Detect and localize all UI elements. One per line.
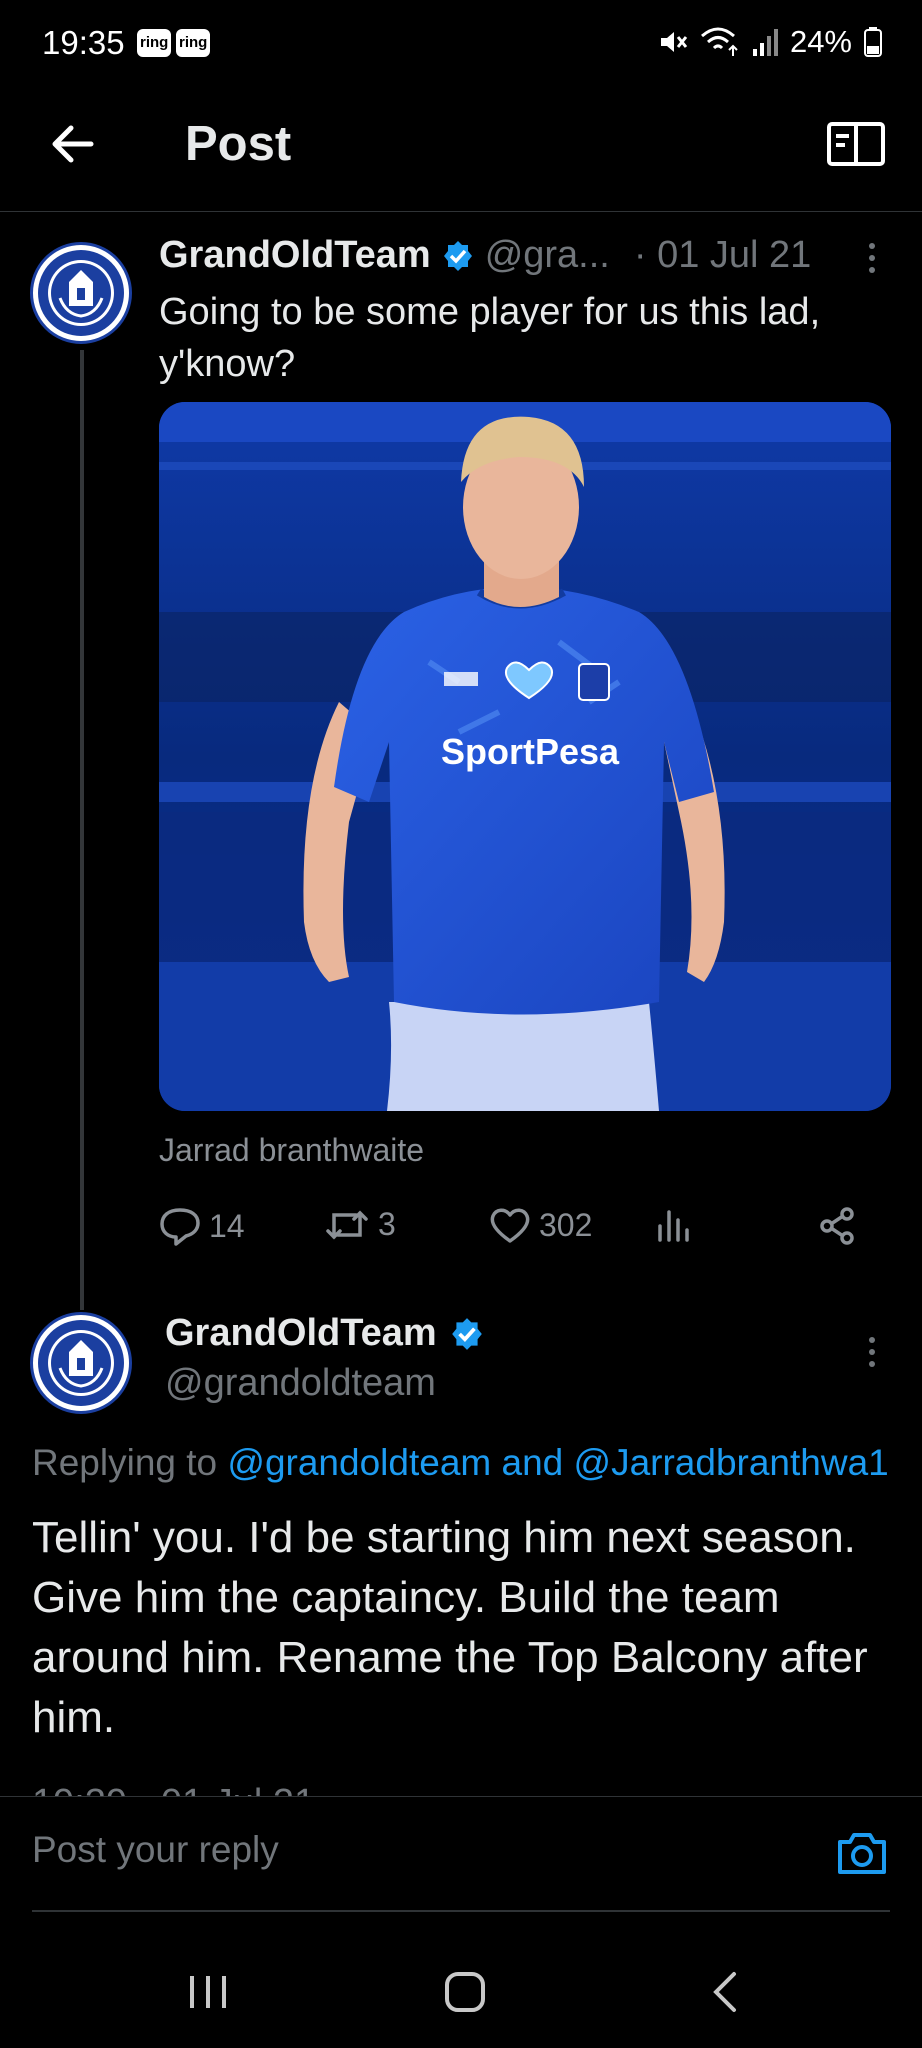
avatar[interactable] — [30, 1312, 132, 1414]
club-crest-logo — [38, 250, 124, 336]
dot — [869, 1349, 875, 1355]
views-button[interactable] — [656, 1206, 692, 1242]
dot — [869, 255, 875, 261]
avatar[interactable] — [30, 242, 132, 344]
camera-button[interactable] — [834, 1825, 890, 1881]
composer-divider — [32, 1910, 890, 1912]
reply-button[interactable]: 14 — [159, 1206, 245, 1246]
status-bar: 19:35 ring ring 24% — [0, 0, 922, 86]
reply-composer: Post your reply — [0, 1796, 922, 1912]
like-button[interactable]: 302 — [489, 1206, 592, 1244]
tweet-date: · 01 Jul 21 — [633, 234, 812, 276]
repost-icon — [326, 1210, 368, 1239]
reply-count: 14 — [209, 1207, 245, 1244]
home-button[interactable] — [435, 1962, 495, 2022]
reply-icon — [160, 1208, 200, 1246]
ring-notification-badge: ring — [137, 29, 172, 57]
author-handle[interactable]: @gra... — [485, 234, 610, 277]
tweet-timestamp: 19:39 · 01 Jul 21 — [32, 1782, 315, 1796]
replying-to-links[interactable]: @grandoldteam and @Jarradbranthwa1 — [227, 1442, 888, 1483]
reply-input[interactable]: Post your reply — [32, 1829, 279, 1871]
chevron-left-icon — [713, 1972, 736, 2012]
top-app-bar: Post — [0, 86, 922, 212]
dot — [869, 1337, 875, 1343]
home-icon — [445, 1972, 485, 2012]
battery-icon — [864, 27, 882, 57]
back-button[interactable] — [40, 112, 104, 176]
status-icons: 24% — [658, 24, 882, 60]
page-title: Post — [185, 117, 292, 171]
replying-prefix: Replying to — [32, 1442, 228, 1483]
back-nav-button[interactable] — [695, 1962, 755, 2022]
like-icon — [490, 1208, 530, 1243]
arrow-left-icon — [52, 125, 94, 163]
recent-apps-icon — [190, 1976, 226, 2008]
verified-badge-icon — [451, 1317, 482, 1350]
camera-icon — [838, 1833, 886, 1874]
share-button[interactable] — [817, 1206, 857, 1246]
thread-connector — [80, 350, 84, 1310]
dot — [869, 1361, 875, 1367]
recent-apps-button[interactable] — [178, 1962, 238, 2022]
tweet-image[interactable]: SportPesa — [159, 402, 891, 1111]
more-options-button[interactable] — [852, 1322, 892, 1382]
mute-icon — [660, 32, 688, 52]
more-options-button[interactable] — [852, 228, 892, 288]
svg-text:SportPesa: SportPesa — [441, 731, 620, 772]
club-crest-logo — [38, 1320, 124, 1406]
player-photo: SportPesa — [159, 402, 891, 1111]
dot — [869, 243, 875, 249]
author-handle[interactable]: @grandoldteam — [165, 1362, 436, 1405]
tweet-text: Going to be some player for us this lad,… — [159, 291, 821, 385]
ring-notification-badge: ring — [176, 29, 211, 57]
share-icon — [820, 1207, 854, 1245]
tweet-actions: 14 3 302 — [159, 1206, 879, 1256]
tweet-header: GrandOldTeam @gra... · 01 Jul 21 — [159, 234, 839, 277]
repost-count: 3 — [378, 1206, 396, 1242]
reader-mode-icon — [827, 122, 885, 166]
author-name[interactable]: GrandOldTeam — [159, 234, 431, 277]
reply-text: Tellin' you. I'd be starting him next se… — [32, 1513, 868, 1742]
author-name[interactable]: GrandOldTeam — [165, 1312, 437, 1355]
reader-mode-button[interactable] — [824, 112, 888, 176]
wifi-icon — [700, 27, 738, 56]
media-caption: Jarrad branthwaite — [159, 1132, 425, 1168]
reply-author-row: GrandOldTeam — [165, 1312, 485, 1355]
views-icon — [658, 1210, 689, 1242]
system-nav-bar — [0, 1932, 922, 2048]
dot — [869, 267, 875, 273]
status-time: 19:35 — [42, 24, 125, 61]
repost-button[interactable]: 3 — [324, 1206, 396, 1243]
signal-icon — [752, 29, 778, 56]
like-count: 302 — [539, 1206, 593, 1243]
battery-percent: 24% — [789, 24, 852, 59]
replying-to-line: Replying to @grandoldteam and @Jarradbra… — [32, 1442, 889, 1484]
verified-badge-icon — [443, 240, 472, 271]
